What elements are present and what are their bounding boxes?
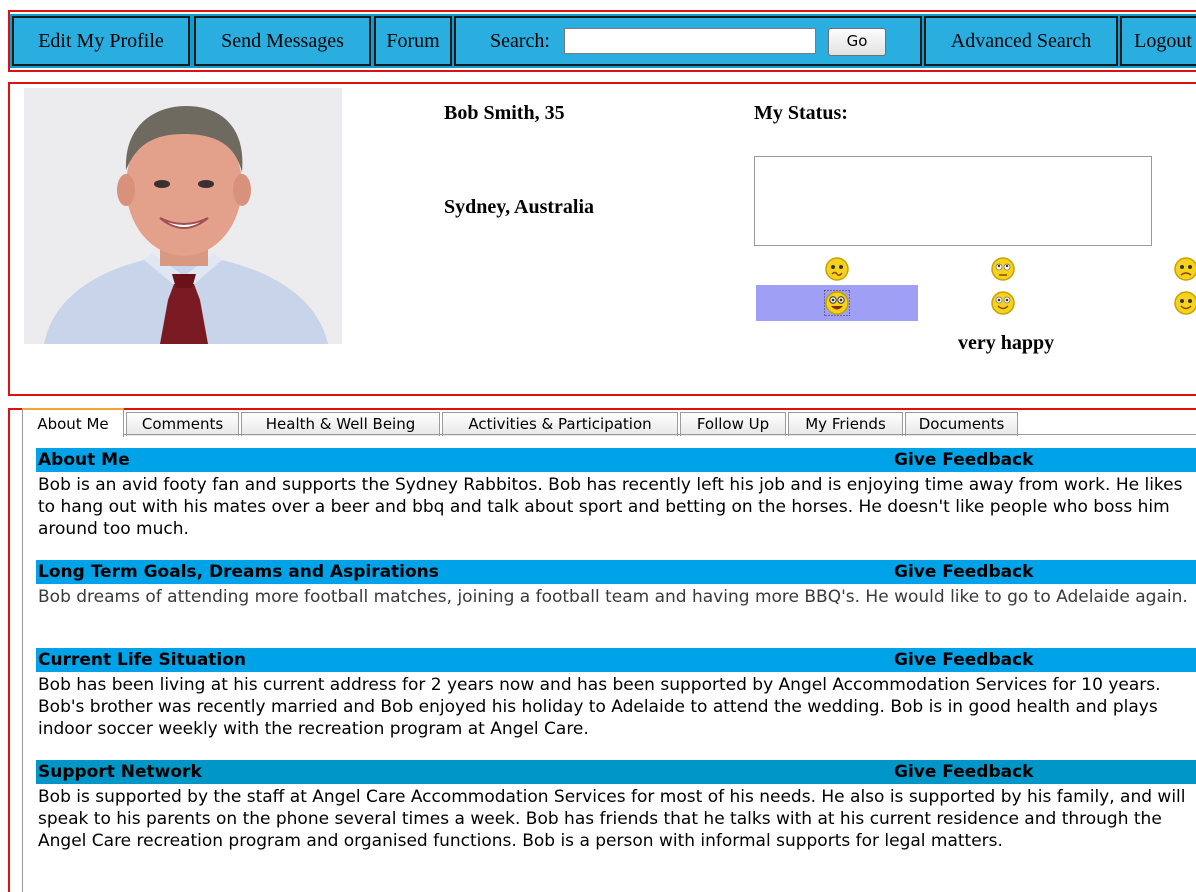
nav-bar: Edit My Profile Send Messages Forum Sear… [10, 14, 1196, 68]
section-header-life-situation: Current Life Situation Give Feedback [36, 648, 1196, 672]
section-title: Current Life Situation [38, 650, 247, 670]
give-feedback-link[interactable]: Give Feedback [894, 448, 1034, 472]
tab-my-friends[interactable]: My Friends [788, 412, 903, 436]
tab-documents[interactable]: Documents [905, 412, 1018, 436]
advanced-search-link[interactable]: Advanced Search [924, 16, 1118, 66]
tab-comments[interactable]: Comments [126, 412, 239, 436]
top-navigation: Edit My Profile Send Messages Forum Sear… [8, 10, 1196, 72]
section-title: Long Term Goals, Dreams and Aspirations [38, 562, 439, 582]
tab-about-me[interactable]: About Me [22, 408, 124, 437]
very-happy-face-icon[interactable] [824, 290, 850, 316]
sad-face-icon[interactable] [1173, 256, 1196, 282]
tab-follow-up[interactable]: Follow Up [680, 412, 786, 436]
edit-profile-link[interactable]: Edit My Profile [12, 16, 190, 66]
section-header-about-me: About Me Give Feedback [36, 448, 1196, 472]
tab-activities-participation[interactable]: Activities & Participation [442, 412, 678, 436]
happy-face-icon[interactable] [990, 290, 1016, 316]
go-button[interactable]: Go [828, 28, 886, 56]
search-input[interactable] [564, 28, 816, 54]
section-body-life-situation: Bob has been living at his current addre… [38, 675, 1161, 739]
profile-tabs-panel: About Me Comments Health & Well Being Ac… [8, 408, 1196, 892]
logout-link[interactable]: Logout [1120, 16, 1196, 66]
tab-panel-border [22, 434, 23, 892]
status-textarea[interactable] [754, 156, 1152, 246]
search-label: Search: [490, 30, 550, 52]
selected-mood-label: very happy [958, 332, 1055, 354]
rolling-eyes-face-icon[interactable] [990, 256, 1016, 282]
profile-photo [24, 88, 342, 344]
status-label: My Status: [754, 102, 848, 124]
give-feedback-link[interactable]: Give Feedback [894, 648, 1034, 672]
person-photo-icon [24, 88, 342, 344]
section-title: Support Network [38, 762, 202, 782]
tab-health-well-being[interactable]: Health & Well Being [241, 412, 440, 436]
section-title: About Me [38, 450, 130, 470]
section-body-about-me: Bob is an avid footy fan and supports th… [38, 475, 1183, 539]
forum-link[interactable]: Forum [374, 16, 452, 66]
person-name-age: Bob Smith, 35 [444, 102, 565, 124]
section-body-goals: Bob dreams of attending more football ma… [38, 587, 1188, 607]
section-header-goals: Long Term Goals, Dreams and Aspirations … [36, 560, 1196, 584]
smile-face-icon[interactable] [1173, 290, 1196, 316]
section-header-support-network: Support Network Give Feedback [36, 760, 1196, 784]
profile-panel: Bob Smith, 35 Sydney, Australia My Statu… [8, 82, 1196, 396]
give-feedback-link[interactable]: Give Feedback [894, 560, 1034, 584]
section-body-support-network: Bob is supported by the staff at Angel C… [38, 787, 1186, 851]
confused-face-icon[interactable] [824, 256, 850, 282]
person-location: Sydney, Australia [444, 196, 595, 218]
search-cell: Search: Go [454, 16, 922, 66]
tab-divider [22, 434, 1196, 435]
send-messages-link[interactable]: Send Messages [194, 16, 371, 66]
give-feedback-link[interactable]: Give Feedback [894, 760, 1034, 784]
